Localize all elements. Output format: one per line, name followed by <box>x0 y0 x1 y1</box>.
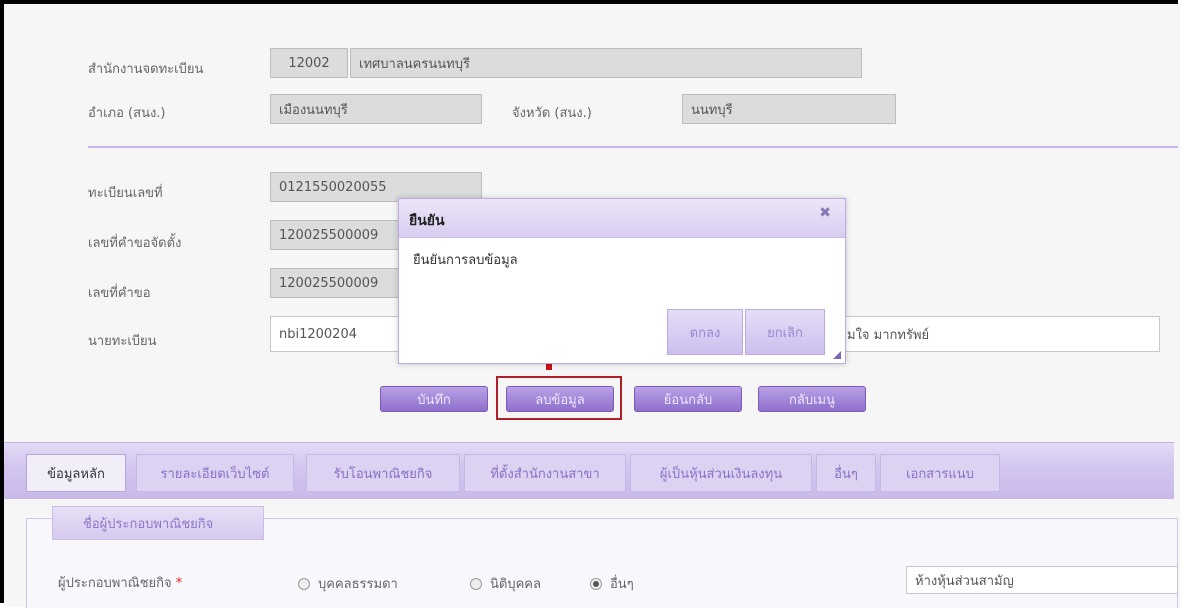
radio-person-icon[interactable] <box>298 577 310 590</box>
tab-website-details[interactable]: รายละเอียดเว็บไซต์ <box>136 454 294 492</box>
tab-partners-investment[interactable]: ผู้เป็นหุ้นส่วนเงินลงทุน <box>630 454 812 492</box>
back-button[interactable]: ย้อนกลับ <box>634 386 742 412</box>
province-label: จังหวัด (สนง.) <box>512 106 592 121</box>
reg-no-label: ทะเบียนเลขที่ <box>88 186 163 201</box>
dialog-cancel-button[interactable]: ยกเลิก <box>745 309 825 355</box>
registrar-name-field[interactable]: มใจ มากทรัพย์ <box>830 316 1160 352</box>
tab-branch-offices[interactable]: ที่ตั้งสำนักงานสาขา <box>464 454 626 492</box>
radio-person[interactable]: บุคคลธรรมดา <box>298 573 398 594</box>
tab-commerce-transfer[interactable]: รับโอนพาณิชยกิจ <box>306 454 460 492</box>
section-divider <box>88 146 1178 148</box>
save-button[interactable]: บันทึก <box>380 386 488 412</box>
registry-office-name: เทศบาลนครนนทบุรี <box>350 48 862 78</box>
close-icon[interactable]: ✖ <box>819 205 831 221</box>
business-type-field[interactable]: ห้างหุ้นส่วนสามัญ <box>906 566 1178 594</box>
dialog-header: ยืนยัน ✖ <box>399 199 845 238</box>
required-mark: * <box>175 576 183 591</box>
radio-juristic-label: นิติบุคคล <box>490 577 541 592</box>
registry-office-code: 12002 <box>270 48 348 78</box>
radio-other[interactable]: อื่นๆ <box>590 573 634 594</box>
dialog-ok-button[interactable]: ตกลง <box>667 309 743 355</box>
req-no-label: เลขที่คำขอ <box>88 286 151 301</box>
tab-main-info[interactable]: ข้อมูลหลัก <box>26 454 126 492</box>
resize-handle-icon[interactable] <box>833 351 841 359</box>
radio-juristic-icon[interactable] <box>470 577 482 590</box>
radio-other-label: อื่นๆ <box>610 577 634 592</box>
operator-label: ผู้ประกอบพาณิชยกิจ * <box>58 572 182 593</box>
registrar-label: นายทะเบียน <box>88 334 157 349</box>
setup-req-label: เลขที่คำขอจัดตั้ง <box>88 236 182 251</box>
registry-office-label: สำนักงานจดทะเบียน <box>88 62 204 77</box>
radio-other-icon[interactable] <box>590 577 602 590</box>
radio-juristic[interactable]: นิติบุคคล <box>470 573 541 594</box>
dialog-title: ยืนยัน <box>409 213 445 229</box>
operator-label-text: ผู้ประกอบพาณิชยกิจ <box>58 576 172 591</box>
tab-attachments[interactable]: เอกสารแนบ <box>880 454 1000 492</box>
dialog-message: ยืนยันการลบข้อมูล <box>413 253 518 268</box>
menu-button[interactable]: กลับเมนู <box>758 386 866 412</box>
operator-legend: ชื่อผู้ประกอบพาณิชยกิจ <box>52 506 264 540</box>
district-label: อำเภอ (สนง.) <box>88 106 166 121</box>
tab-other[interactable]: อื่นๆ <box>816 454 876 492</box>
confirm-dialog: ยืนยัน ✖ ยืนยันการลบข้อมูล ตกลง ยกเลิก <box>398 198 846 364</box>
radio-person-label: บุคคลธรรมดา <box>318 577 398 592</box>
province-field: นนทบุรี <box>682 94 896 124</box>
district-field: เมืองนนทบุรี <box>270 94 482 124</box>
delete-button-highlight <box>496 376 622 420</box>
